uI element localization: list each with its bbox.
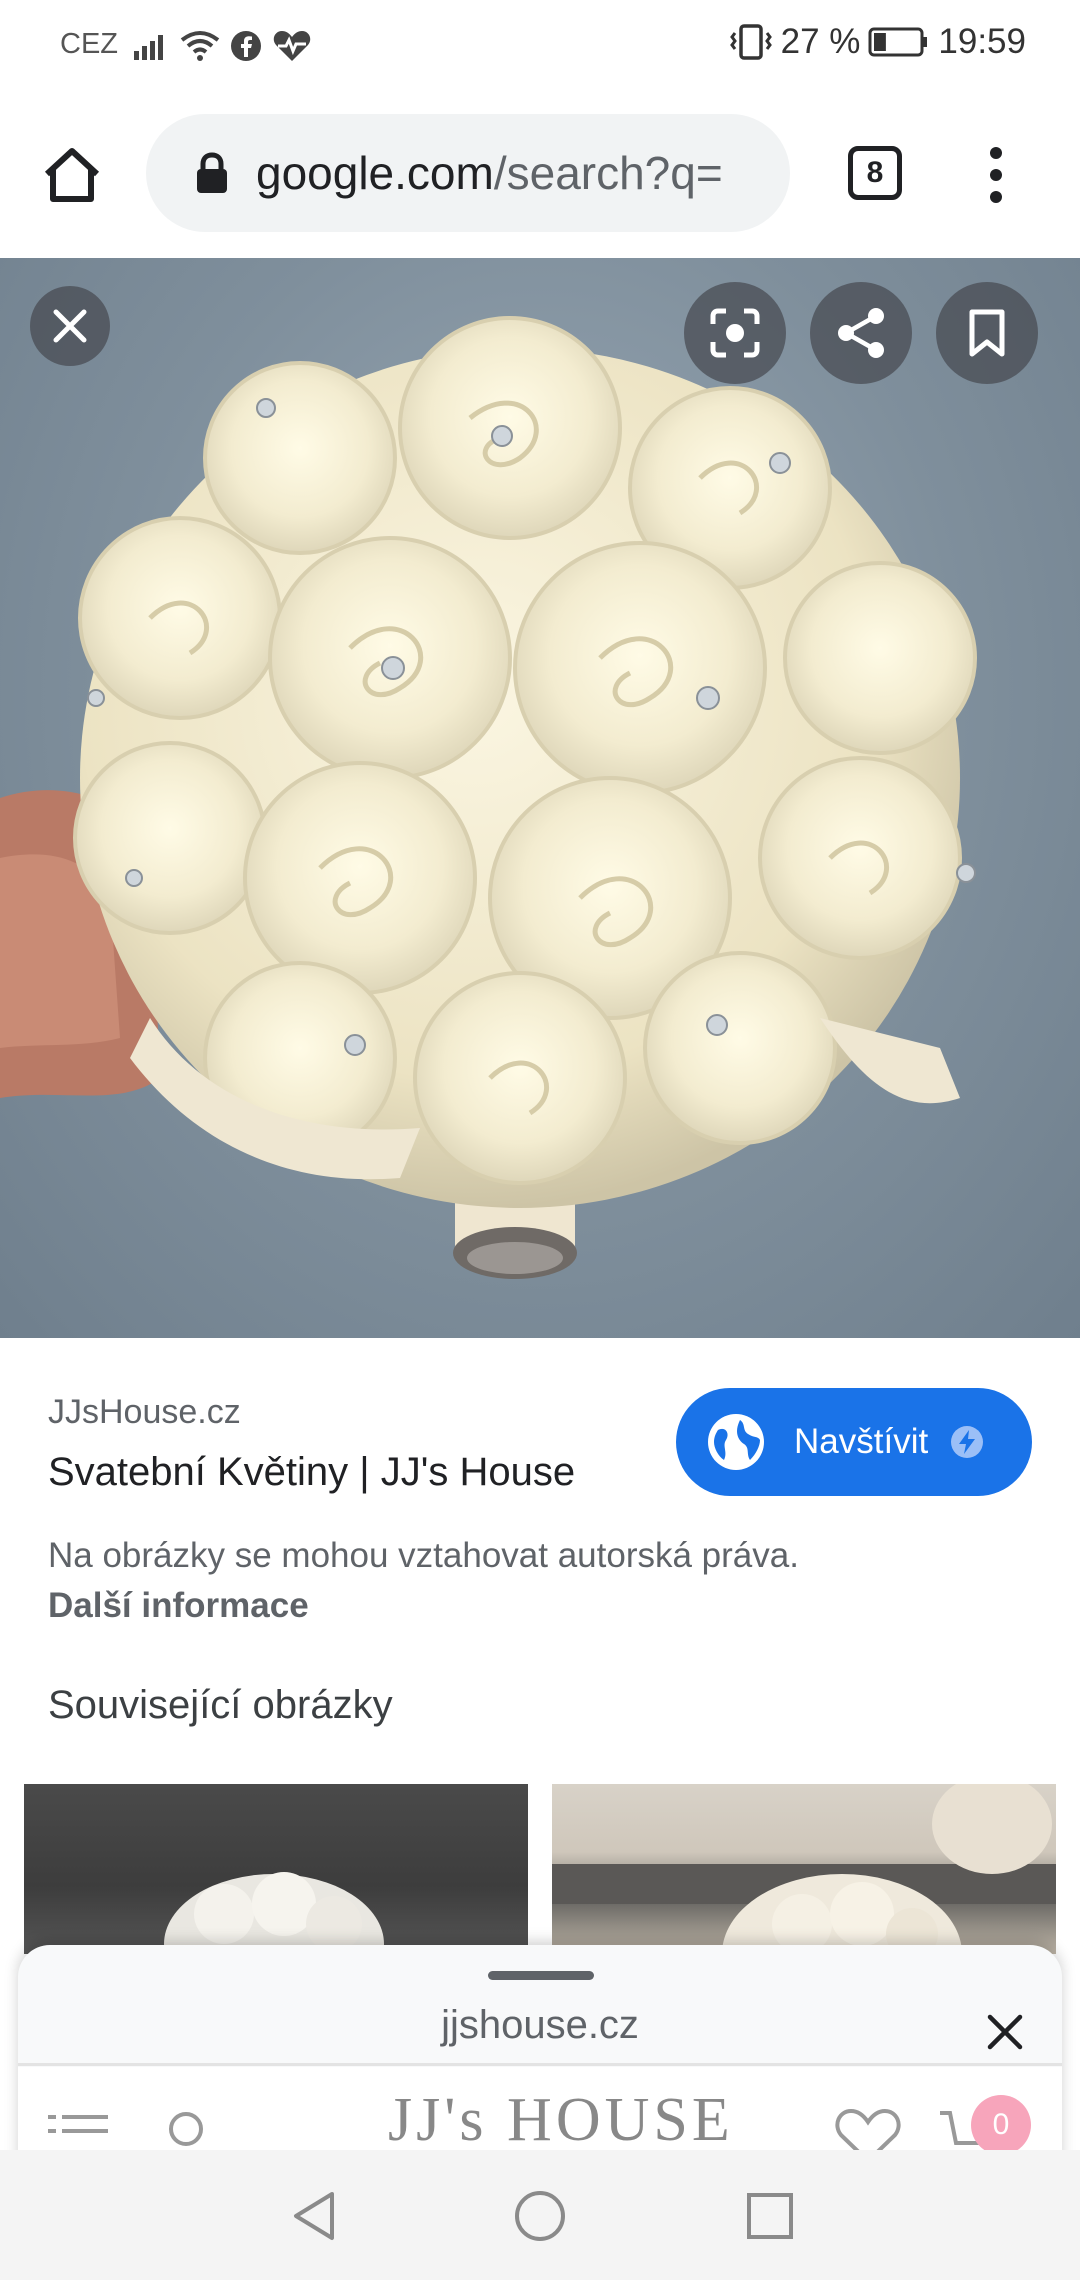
status-icons (132, 26, 312, 66)
battery-icon (868, 27, 928, 57)
health-heart-icon (273, 31, 311, 61)
close-icon (987, 2014, 1023, 2050)
recents-button[interactable] (738, 2184, 802, 2248)
result-source[interactable]: JJsHouse.cz (48, 1393, 241, 1432)
amp-bolt-icon (951, 1426, 984, 1458)
related-images-heading: Související obrázky (48, 1683, 393, 1727)
url-domain: google.com (256, 147, 494, 199)
system-navigation-bar (0, 2150, 1080, 2280)
hamburger-menu-icon[interactable] (48, 2111, 110, 2151)
result-title[interactable]: Svatební Květiny | JJ's House (48, 1450, 575, 1495)
sheet-close-button[interactable] (980, 2007, 1030, 2057)
home-button[interactable] (34, 137, 110, 213)
tab-count: 8 (866, 156, 884, 189)
home-icon (44, 148, 100, 202)
facebook-icon (231, 31, 261, 61)
share-button[interactable] (810, 282, 912, 384)
signal-icon (134, 35, 163, 60)
browser-toolbar: google.com/search?q= 8 (0, 92, 1080, 258)
copyright-notice: Na obrázky se mohou vztahovat autorská p… (48, 1536, 799, 1575)
link-preview-sheet[interactable]: jjshouse.cz JJ's HOUSE 0 (18, 1945, 1062, 2185)
url-text: google.com/search?q= (256, 146, 723, 200)
related-bouquet-2 (552, 1784, 1056, 1954)
back-button[interactable] (282, 2184, 346, 2248)
related-bouquet-1 (164, 1872, 384, 1954)
related-image-1[interactable] (24, 1784, 528, 1954)
sheet-drag-handle[interactable] (488, 1971, 594, 1980)
wifi-icon (180, 31, 220, 61)
bookmark-button[interactable] (936, 282, 1038, 384)
square-recents-icon (747, 2193, 793, 2239)
bouquet-image (0, 316, 977, 1279)
battery-percent: 27 % (780, 22, 861, 61)
clock: 19:59 (938, 22, 1026, 61)
search-icon[interactable] (166, 2109, 210, 2153)
site-logo: JJ's HOUSE (388, 2086, 734, 2154)
close-viewer-button[interactable] (30, 286, 110, 366)
visit-button[interactable]: Navštívit (676, 1388, 1032, 1496)
visit-label: Navštívit (794, 1422, 929, 1461)
home-nav-button[interactable] (508, 2184, 572, 2248)
vibrate-icon (729, 24, 772, 60)
close-icon (53, 309, 87, 343)
status-bar: CEZ 27 % 19:59 (0, 0, 1080, 92)
sheet-divider (18, 2063, 1062, 2066)
screen: CEZ 27 % 19:59 google.com/search?q= 8 JJ… (0, 0, 1080, 2280)
more-menu-icon[interactable] (972, 138, 1020, 212)
lens-button[interactable] (684, 282, 786, 384)
back-icon (294, 2192, 334, 2240)
lens-icon (710, 308, 760, 358)
bookmark-icon (969, 309, 1005, 357)
lock-icon[interactable] (192, 150, 232, 196)
cart-count-badge: 0 (971, 2095, 1031, 2155)
status-right: 27 % 19:59 (729, 22, 1026, 62)
url-path: /search?q= (493, 147, 723, 199)
circle-home-icon (515, 2191, 565, 2241)
sheet-title: jjshouse.cz (441, 2003, 639, 2047)
image-preview[interactable] (0, 258, 1080, 1338)
globe-icon (708, 1414, 764, 1470)
tab-switcher-button[interactable]: 8 (848, 146, 902, 200)
share-icon (838, 308, 884, 358)
more-info-link[interactable]: Další informace (48, 1586, 309, 1626)
address-bar[interactable]: google.com/search?q= (146, 114, 790, 232)
related-image-2[interactable] (552, 1784, 1056, 1954)
carrier-label: CEZ (60, 28, 118, 60)
